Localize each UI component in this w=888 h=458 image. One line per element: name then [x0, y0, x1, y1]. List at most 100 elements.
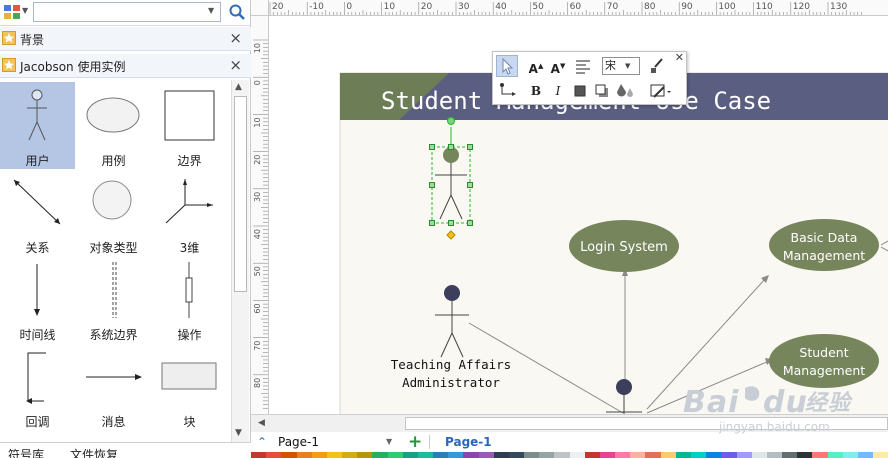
- shape-callback[interactable]: 回调: [0, 343, 75, 428]
- palette-swatch[interactable]: [539, 452, 555, 458]
- use-case-basic-data[interactable]: Basic Data Management: [769, 219, 879, 271]
- palette-swatch[interactable]: [751, 452, 767, 458]
- tab-file-recovery[interactable]: 文件恢复: [70, 446, 118, 458]
- font-grow-icon[interactable]: A▲: [525, 55, 547, 77]
- palette-swatch[interactable]: [630, 452, 646, 458]
- close-icon[interactable]: ✕: [675, 51, 684, 64]
- font-shrink-icon[interactable]: A▼: [547, 55, 569, 77]
- search-icon[interactable]: [228, 3, 246, 21]
- shape-system-boundary[interactable]: 系统边界: [76, 256, 151, 343]
- line-style-icon[interactable]: [648, 80, 671, 102]
- palette-swatch[interactable]: [812, 452, 828, 458]
- palette-swatch[interactable]: [433, 452, 449, 458]
- connector-icon[interactable]: [498, 80, 520, 102]
- palette-swatch[interactable]: [615, 452, 631, 458]
- palette-swatch[interactable]: [766, 452, 783, 458]
- library-section-jacobson[interactable]: Jacobson 使用实例 ×: [0, 54, 251, 78]
- font-dropdown-icon[interactable]: ▼: [625, 57, 630, 75]
- scroll-thumb[interactable]: [234, 96, 247, 292]
- palette-swatch[interactable]: [478, 452, 494, 458]
- shape-relation[interactable]: 关系: [0, 169, 75, 256]
- palette-swatch[interactable]: [675, 452, 691, 458]
- italic-icon[interactable]: I: [547, 80, 569, 102]
- shape-timeline[interactable]: 时间线: [0, 256, 75, 343]
- shape-object-type[interactable]: 对象类型: [76, 169, 151, 256]
- palette-swatch[interactable]: [782, 452, 798, 458]
- palette-swatch[interactable]: [281, 452, 297, 458]
- chevron-up-icon[interactable]: ⌃: [257, 435, 267, 449]
- ruler-label: 50: [532, 2, 544, 12]
- color-palette[interactable]: [251, 452, 888, 458]
- palette-swatch[interactable]: [251, 452, 267, 458]
- palette-swatch[interactable]: [448, 452, 464, 458]
- font-family-select[interactable]: 宋: [602, 57, 640, 75]
- palette-swatch[interactable]: [266, 452, 282, 458]
- palette-swatch[interactable]: [736, 452, 752, 458]
- library-search-input[interactable]: [33, 2, 221, 22]
- palette-swatch[interactable]: [690, 452, 707, 458]
- library-panel: ▼ ▼ 背景 × Jacobson 使用实例 × 用户 用例 边界 关系 对象类…: [0, 0, 251, 458]
- palette-swatch[interactable]: [508, 452, 525, 458]
- palette-swatch[interactable]: [584, 452, 600, 458]
- palette-swatch[interactable]: [554, 452, 570, 458]
- palette-swatch[interactable]: [463, 452, 479, 458]
- shape-3d[interactable]: 3维: [152, 169, 227, 256]
- library-scrollbar[interactable]: ▲ ▼: [231, 80, 249, 444]
- palette-swatch[interactable]: [569, 452, 585, 458]
- add-page-icon[interactable]: +: [408, 432, 422, 452]
- shape-boundary[interactable]: 边界: [152, 82, 227, 169]
- palette-swatch[interactable]: [296, 452, 312, 458]
- palette-swatch[interactable]: [372, 452, 388, 458]
- palette-swatch[interactable]: [706, 452, 722, 458]
- scroll-down-icon[interactable]: ▼: [235, 428, 242, 438]
- library-toolbar: ▼ ▼: [0, 0, 251, 26]
- palette-swatch[interactable]: [660, 452, 676, 458]
- palette-swatch[interactable]: [524, 452, 540, 458]
- shape-message[interactable]: 消息: [76, 343, 151, 428]
- use-case-login[interactable]: Login System: [569, 220, 679, 272]
- align-icon[interactable]: [573, 55, 595, 77]
- palette-swatch[interactable]: [842, 452, 858, 458]
- palette-swatch[interactable]: [857, 452, 874, 458]
- page-dropdown-icon[interactable]: ▼: [386, 437, 392, 446]
- search-dropdown-icon[interactable]: ▼: [208, 6, 214, 15]
- close-section-icon[interactable]: ×: [229, 56, 242, 74]
- shadow-icon[interactable]: [591, 80, 613, 102]
- scroll-left-icon[interactable]: ◀: [258, 418, 265, 428]
- brush-icon[interactable]: [646, 55, 668, 77]
- select-icon[interactable]: [496, 55, 518, 77]
- scroll-up-icon[interactable]: ▲: [235, 82, 242, 92]
- palette-swatch[interactable]: [326, 452, 343, 458]
- palette-swatch[interactable]: [827, 452, 843, 458]
- palette-swatch[interactable]: [387, 452, 403, 458]
- shape-grid: 用户 用例 边界 关系 对象类型 3维 时间线 系统边界 操作 回调 消息 块: [0, 80, 231, 428]
- palette-swatch[interactable]: [417, 452, 434, 458]
- shape-actor[interactable]: 用户: [0, 82, 75, 169]
- close-section-icon[interactable]: ×: [229, 29, 242, 47]
- shape-operation[interactable]: 操作: [152, 256, 227, 343]
- palette-swatch[interactable]: [311, 452, 327, 458]
- fill-icon[interactable]: [569, 80, 591, 102]
- tab-page-1[interactable]: Page-1: [445, 435, 492, 449]
- palette-swatch[interactable]: [797, 452, 813, 458]
- palette-swatch[interactable]: [873, 452, 888, 458]
- palette-swatch[interactable]: [645, 452, 661, 458]
- ruler-label: 10: [384, 2, 396, 12]
- watermark: Bai du 经验 jingyan.baidu.com: [683, 380, 883, 442]
- library-section-background[interactable]: 背景 ×: [0, 27, 251, 51]
- library-grid-icon[interactable]: [3, 4, 21, 20]
- library-menu-caret-icon[interactable]: ▼: [22, 6, 28, 15]
- shape-use-case[interactable]: 用例: [76, 82, 151, 169]
- palette-swatch[interactable]: [342, 452, 358, 458]
- ruler-label: 110: [756, 2, 773, 12]
- page-selector[interactable]: Page-1: [278, 435, 319, 449]
- bold-icon[interactable]: B: [525, 80, 547, 102]
- palette-swatch[interactable]: [493, 452, 509, 458]
- palette-swatch[interactable]: [402, 452, 418, 458]
- palette-swatch[interactable]: [599, 452, 616, 458]
- tab-symbol-library[interactable]: 符号库: [8, 446, 44, 458]
- color-icon[interactable]: [613, 80, 635, 102]
- palette-swatch[interactable]: [721, 452, 737, 458]
- palette-swatch[interactable]: [357, 452, 373, 458]
- shape-block[interactable]: 块: [152, 343, 227, 428]
